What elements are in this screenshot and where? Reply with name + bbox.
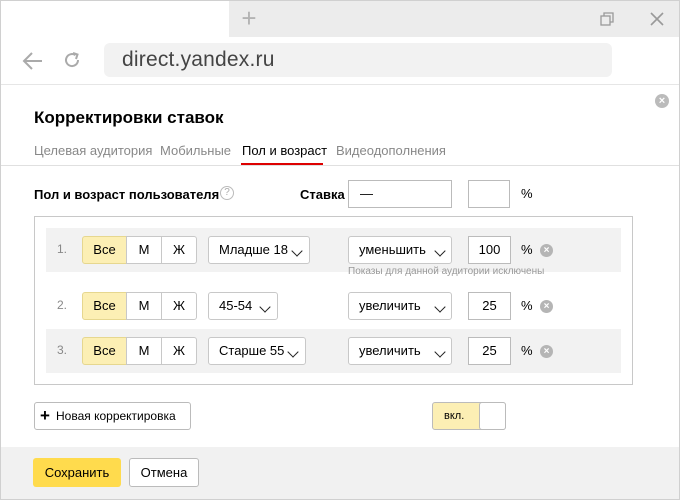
gender-all-button[interactable]: Все — [82, 292, 127, 320]
gender-selector: Все М Ж — [82, 292, 197, 320]
percent-value-input[interactable]: 25 — [468, 292, 511, 320]
chevron-down-icon — [287, 346, 299, 358]
gender-all-button[interactable]: Все — [82, 337, 127, 365]
browser-window: + direct.yandex.ru × Корректировки ставо… — [0, 0, 680, 500]
age-select[interactable]: 45-54 — [208, 292, 278, 320]
browser-tab[interactable] — [1, 1, 229, 37]
row-number: 2. — [57, 298, 68, 312]
plus-icon: + — [40, 406, 50, 425]
percent-sign: % — [521, 242, 533, 257]
age-select-value: Младше 18 — [219, 242, 288, 257]
percent-sign: % — [521, 186, 533, 201]
dialog-footer: Сохранить Отмена — [1, 447, 679, 499]
gender-all-button[interactable]: Все — [82, 236, 127, 264]
gender-male-button[interactable]: М — [126, 337, 162, 365]
url-text: direct.yandex.ru — [122, 48, 275, 71]
gender-female-button[interactable]: Ж — [161, 236, 197, 264]
tab-gender-age[interactable]: Пол и возраст — [242, 143, 327, 158]
action-select-value: увеличить — [359, 298, 421, 313]
adjustment-row: 1. Все М Ж Младше 18 уменьшить 100 % × П… — [46, 228, 621, 277]
row-number: 3. — [57, 343, 68, 357]
save-button[interactable]: Сохранить — [33, 458, 121, 487]
age-select-value: 45-54 — [219, 298, 253, 313]
age-select[interactable]: Старше 55 — [208, 337, 306, 365]
rate-label: Ставка — [300, 187, 345, 202]
dialog-tabs: Целевая аудитория Мобильные Пол и возрас… — [1, 139, 679, 166]
chevron-down-icon — [434, 346, 446, 358]
gender-selector: Все М Ж — [82, 337, 197, 365]
tab-bar: + — [1, 1, 679, 37]
row-number: 1. — [57, 242, 68, 256]
gender-male-button[interactable]: М — [126, 236, 162, 264]
action-select[interactable]: увеличить — [348, 337, 452, 365]
remove-row-icon[interactable]: × — [540, 300, 553, 313]
dialog-title: Корректировки ставок — [34, 108, 224, 127]
chevron-down-icon — [291, 245, 303, 257]
add-adjustment-button[interactable]: + Новая корректировка — [34, 402, 191, 430]
chevron-down-icon — [434, 301, 446, 313]
help-icon[interactable]: ? — [220, 186, 234, 200]
percent-value-input[interactable]: 100 — [468, 236, 511, 264]
toggle-label: вкл. — [444, 410, 465, 422]
back-arrow-icon[interactable] — [22, 50, 44, 72]
row-note: Показы для данной аудитории исключены — [348, 266, 545, 277]
tab-mobile[interactable]: Мобильные — [160, 143, 231, 158]
tab-target-audience[interactable]: Целевая аудитория — [34, 143, 152, 158]
chevron-down-icon — [434, 245, 446, 257]
navigation-bar: direct.yandex.ru — [1, 37, 679, 85]
percent-sign: % — [521, 343, 533, 358]
age-select-value: Старше 55 — [219, 343, 285, 358]
adjustment-row: 2. Все М Ж 45-54 увеличить 25 % × — [46, 284, 621, 328]
gender-female-button[interactable]: Ж — [161, 337, 197, 365]
percent-value-input[interactable]: 25 — [468, 337, 511, 365]
close-window-icon[interactable] — [649, 11, 665, 27]
dialog-close-icon[interactable]: × — [655, 94, 669, 108]
percent-sign: % — [521, 298, 533, 313]
percent-input[interactable] — [468, 180, 510, 208]
remove-row-icon[interactable]: × — [540, 345, 553, 358]
remove-row-icon[interactable]: × — [540, 244, 553, 257]
adjustment-row: 3. Все М Ж Старше 55 увеличить 25 % × — [46, 329, 621, 373]
action-select-value: уменьшить — [359, 242, 426, 257]
chevron-down-icon — [259, 301, 271, 313]
cancel-button[interactable]: Отмена — [129, 458, 199, 487]
reload-icon[interactable] — [62, 50, 82, 70]
action-select[interactable]: увеличить — [348, 292, 452, 320]
section-label: Пол и возраст пользователя — [34, 187, 220, 202]
new-tab-button[interactable]: + — [237, 5, 261, 31]
restore-window-icon[interactable] — [600, 12, 614, 26]
add-adjustment-label: Новая корректировка — [56, 409, 176, 423]
gender-male-button[interactable]: М — [126, 292, 162, 320]
enable-toggle[interactable]: вкл. — [432, 402, 506, 430]
active-tab-underline — [241, 163, 323, 165]
gender-female-button[interactable]: Ж — [161, 292, 197, 320]
action-select-value: увеличить — [359, 343, 421, 358]
action-select[interactable]: уменьшить — [348, 236, 452, 264]
age-select[interactable]: Младше 18 — [208, 236, 310, 264]
rate-input[interactable]: — — [348, 180, 452, 208]
address-bar[interactable]: direct.yandex.ru — [104, 43, 612, 77]
tab-video-extensions[interactable]: Видеодополнения — [336, 143, 446, 158]
gender-selector: Все М Ж — [82, 236, 197, 264]
toggle-knob — [479, 402, 506, 430]
